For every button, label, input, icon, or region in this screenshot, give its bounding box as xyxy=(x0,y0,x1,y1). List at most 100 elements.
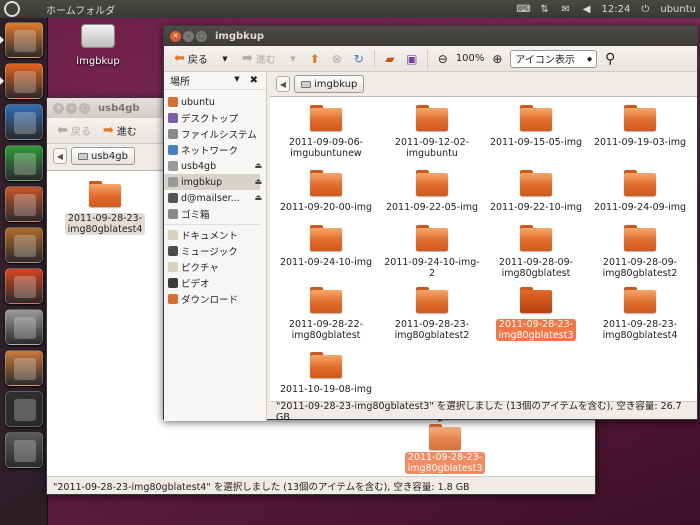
file-name: 2011-09-28-23- img80gblatest3 xyxy=(495,319,577,341)
sidebar-item-9[interactable]: ドキュメント xyxy=(164,227,260,243)
screenshot-launcher-button[interactable] xyxy=(5,309,43,345)
file-item[interactable]: 2011-09-28-09- img80gblatest xyxy=(488,225,584,279)
file-item[interactable]: 2011-09-20-00-img xyxy=(278,170,374,213)
file-item[interactable]: 2011-09-28-09- img80gblatest2 xyxy=(592,225,688,279)
zoom-out-icon[interactable]: ⊖ xyxy=(434,50,452,68)
breadcrumb-imgbkup[interactable]: imgbkup xyxy=(294,75,365,93)
sidebar-item-11[interactable]: ピクチャ xyxy=(164,259,260,275)
search-icon[interactable]: ⚲ xyxy=(601,50,619,68)
launcher xyxy=(0,18,48,525)
forward-button[interactable]: ➡ 進む xyxy=(238,49,280,69)
file-item[interactable]: 2011-09-28-23- img80gblatest2 xyxy=(384,287,480,341)
file-item[interactable]: 2011-09-28-23- img80gblatest4 xyxy=(57,181,153,235)
session-icon[interactable]: ⏻ xyxy=(639,4,651,15)
forward-button[interactable]: ➡ 進む xyxy=(99,121,141,141)
sidebar-title: 場所 xyxy=(170,77,190,88)
stop-icon[interactable]: ⊗ xyxy=(328,50,346,68)
update-manager-launcher-button[interactable] xyxy=(5,350,43,386)
network-icon[interactable]: ⇅ xyxy=(539,4,551,15)
software-center-launcher-button[interactable] xyxy=(5,227,43,263)
running-indicator xyxy=(0,36,4,44)
file-item[interactable]: 2011-09-19-03-img xyxy=(592,105,688,148)
ubuntu-one-icon xyxy=(14,276,36,298)
close-sidebar-icon[interactable]: ✖ xyxy=(250,75,258,86)
sidebar-item-4[interactable]: ネットワーク xyxy=(164,142,260,158)
file-item[interactable]: 2011-09-09-06- imgubuntunew xyxy=(278,105,374,159)
path-left-arrow-icon[interactable]: ◀ xyxy=(53,148,67,164)
home-folder-launcher-button[interactable] xyxy=(5,22,43,58)
minimize-icon[interactable]: – xyxy=(183,30,194,42)
clock[interactable]: 12:24 xyxy=(602,4,631,15)
keyboard-icon[interactable]: ⌨ xyxy=(516,4,530,15)
reload-icon[interactable]: ↻ xyxy=(350,50,368,68)
sidebar-item-label: ゴミ箱 xyxy=(181,210,210,221)
file-name: 2011-09-15-05-img xyxy=(489,137,583,148)
ubuntu-logo-icon[interactable] xyxy=(4,1,20,17)
eject-icon[interactable]: ⏏ xyxy=(254,161,262,170)
zoom-in-icon[interactable]: ⊕ xyxy=(488,50,506,68)
sidebar-item-1[interactable]: ubuntu xyxy=(164,94,260,110)
dragged-item[interactable]: 2011-09-28-23- img80gblatest3 xyxy=(397,424,493,474)
folder-icon xyxy=(429,424,461,450)
eject-icon[interactable]: ⏏ xyxy=(254,177,262,186)
sidebar-item-8[interactable]: ゴミ箱 xyxy=(164,206,260,222)
file-name: 2011-09-28-23- img80gblatest4 xyxy=(602,319,678,341)
user-name[interactable]: ubuntu xyxy=(660,4,696,15)
folder-icon xyxy=(310,287,342,313)
firefox-launcher-button[interactable] xyxy=(5,63,43,99)
file-item[interactable]: 2011-10-19-08-img xyxy=(278,352,374,395)
maximize-icon[interactable]: □ xyxy=(79,102,90,114)
file-name: 2011-09-28-23- img80gblatest4 xyxy=(64,213,146,235)
file-item[interactable]: 2011-09-12-02- imgubuntu xyxy=(384,105,480,159)
file-item[interactable]: 2011-09-28-22- img80gblatest xyxy=(278,287,374,341)
writer-launcher-button[interactable] xyxy=(5,104,43,140)
sidebar-item-label: ミュージック xyxy=(181,247,238,258)
file-item[interactable]: 2011-09-22-10-img xyxy=(488,170,584,213)
desktop-drive-icon[interactable]: imgbkup xyxy=(68,24,128,67)
impress-launcher-button[interactable] xyxy=(5,186,43,222)
back-history-dropdown-icon[interactable]: ▼ xyxy=(216,50,234,68)
computer-icon[interactable]: ▣ xyxy=(403,50,421,68)
breadcrumb-usb4gb[interactable]: usb4gb xyxy=(71,147,135,165)
file-item[interactable]: 2011-09-22-05-img xyxy=(384,170,480,213)
sidebar-item-13[interactable]: ダウンロード xyxy=(164,291,260,307)
file-item[interactable]: 2011-09-28-23- img80gblatest3 xyxy=(488,287,584,341)
sidebar-item-12[interactable]: ビデオ xyxy=(164,275,260,291)
sidebar-item-10[interactable]: ミュージック xyxy=(164,243,260,259)
path-left-arrow-icon[interactable]: ◀ xyxy=(276,76,290,92)
place-icon xyxy=(168,177,178,187)
sidebar-item-7[interactable]: d@mailser... ⏏ xyxy=(164,190,262,206)
folder-icon xyxy=(416,105,448,131)
file-item[interactable]: 2011-09-24-09-img xyxy=(592,170,688,213)
back-button[interactable]: ⬅ 戻る xyxy=(170,49,212,69)
terminal-launcher-button[interactable] xyxy=(5,391,43,427)
place-icon xyxy=(168,129,178,139)
sidebar-item-6[interactable]: imgbkup ⏏ xyxy=(164,174,262,190)
file-item[interactable]: 2011-09-24-10-img-2 xyxy=(384,225,480,279)
maximize-icon[interactable]: □ xyxy=(196,30,207,42)
file-item[interactable]: 2011-09-28-23- img80gblatest4 xyxy=(592,287,688,341)
sidebar-dropdown-icon[interactable]: ▼ xyxy=(234,75,239,86)
top-panel: ホームフォルダ ⌨ ⇅ ✉ ◀ 12:24 ⏻ ubuntu xyxy=(0,0,700,18)
mail-icon[interactable]: ✉ xyxy=(560,4,572,15)
home-icon[interactable]: ▰ xyxy=(381,50,399,68)
imgbkup-titlebar[interactable]: ✕ – □ imgbkup xyxy=(164,26,697,46)
volume-icon[interactable]: ◀ xyxy=(581,4,593,15)
close-icon[interactable]: ✕ xyxy=(170,30,181,42)
back-button[interactable]: ⬅ 戻る xyxy=(53,121,95,141)
sidebar-item-3[interactable]: ファイルシステム xyxy=(164,126,260,142)
minimize-icon[interactable]: – xyxy=(66,102,77,114)
close-icon[interactable]: ✕ xyxy=(53,102,64,114)
file-item[interactable]: 2011-09-24-10-img xyxy=(278,225,374,268)
sidebar-item-2[interactable]: デスクトップ xyxy=(164,110,260,126)
up-arrow-icon[interactable]: ⬆ xyxy=(306,50,324,68)
calc-launcher-button[interactable] xyxy=(5,145,43,181)
ubuntu-one-launcher-button[interactable] xyxy=(5,268,43,304)
sidebar-item-5[interactable]: usb4gb ⏏ xyxy=(164,158,262,174)
file-item[interactable]: 2011-09-15-05-img xyxy=(488,105,584,148)
file-name: 2011-09-22-10-img xyxy=(489,202,583,213)
view-mode-select[interactable]: アイコン表示 ◆ xyxy=(510,49,598,68)
forward-history-dropdown-icon[interactable]: ▼ xyxy=(284,50,302,68)
eject-icon[interactable]: ⏏ xyxy=(254,193,262,202)
workspace-switcher-launcher-button[interactable] xyxy=(5,432,43,468)
